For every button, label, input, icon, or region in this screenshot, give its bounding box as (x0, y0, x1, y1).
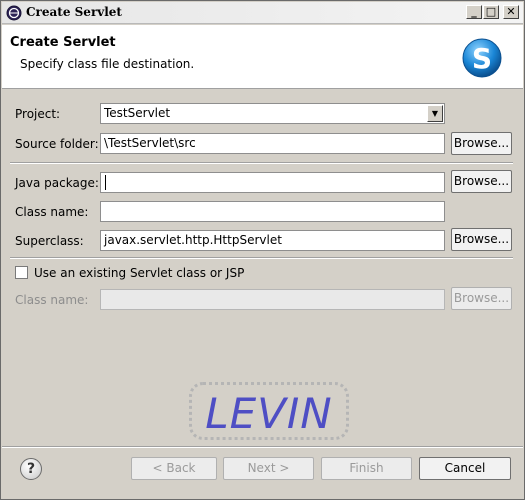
superclass-label: Superclass: (15, 234, 84, 248)
wizard-heading: Create Servlet (10, 35, 116, 50)
java-package-label: Java package: (15, 176, 99, 190)
minimize-button[interactable]: _ (466, 5, 482, 19)
separator (10, 162, 513, 164)
footer-separator (2, 446, 523, 448)
create-servlet-dialog: Create Servlet _ □ ✕ Create Servlet Spec… (0, 0, 525, 500)
close-button[interactable]: ✕ (503, 5, 519, 19)
cancel-button[interactable]: Cancel (419, 457, 511, 480)
existing-servlet-checkbox[interactable] (15, 266, 28, 279)
servlet-wizard-icon: S (462, 38, 502, 78)
wizard-banner: Create Servlet Specify class file destin… (2, 25, 523, 89)
next-button[interactable]: Next > (223, 457, 314, 480)
help-icon[interactable]: ? (20, 458, 42, 480)
watermark-text: LEVIN (205, 389, 333, 438)
title-bar[interactable]: Create Servlet _ □ ✕ (2, 2, 523, 24)
class-name-label: Class name: (15, 205, 89, 219)
watermark: LEVIN (189, 382, 349, 440)
project-combo[interactable]: TestServlet ▼ (100, 103, 445, 124)
back-button[interactable]: < Back (131, 457, 217, 480)
project-label: Project: (15, 107, 61, 121)
java-package-input[interactable] (100, 172, 445, 193)
existing-class-browse-button[interactable]: Browse... (451, 287, 512, 310)
wizard-description: Specify class file destination. (20, 57, 195, 71)
svg-text:S: S (472, 42, 492, 75)
window-title: Create Servlet (26, 5, 122, 19)
finish-button[interactable]: Finish (321, 457, 412, 480)
maximize-button[interactable]: □ (483, 5, 499, 19)
superclass-browse-button[interactable]: Browse... (451, 228, 512, 251)
chevron-down-icon[interactable]: ▼ (427, 105, 443, 122)
source-folder-browse-button[interactable]: Browse... (451, 132, 512, 155)
existing-class-name-label: Class name: (15, 293, 89, 307)
existing-servlet-checkbox-label[interactable]: Use an existing Servlet class or JSP (34, 266, 244, 280)
project-combo-value: TestServlet (104, 106, 171, 120)
eclipse-icon (6, 5, 22, 21)
source-folder-input[interactable]: \TestServlet\src (100, 133, 445, 154)
existing-class-name-input[interactable] (100, 289, 445, 310)
text-caret (105, 175, 106, 190)
source-folder-label: Source folder: (15, 137, 99, 151)
superclass-input[interactable]: javax.servlet.http.HttpServlet (100, 230, 445, 251)
separator (10, 257, 513, 259)
class-name-input[interactable] (100, 201, 445, 222)
java-package-browse-button[interactable]: Browse... (451, 170, 512, 193)
